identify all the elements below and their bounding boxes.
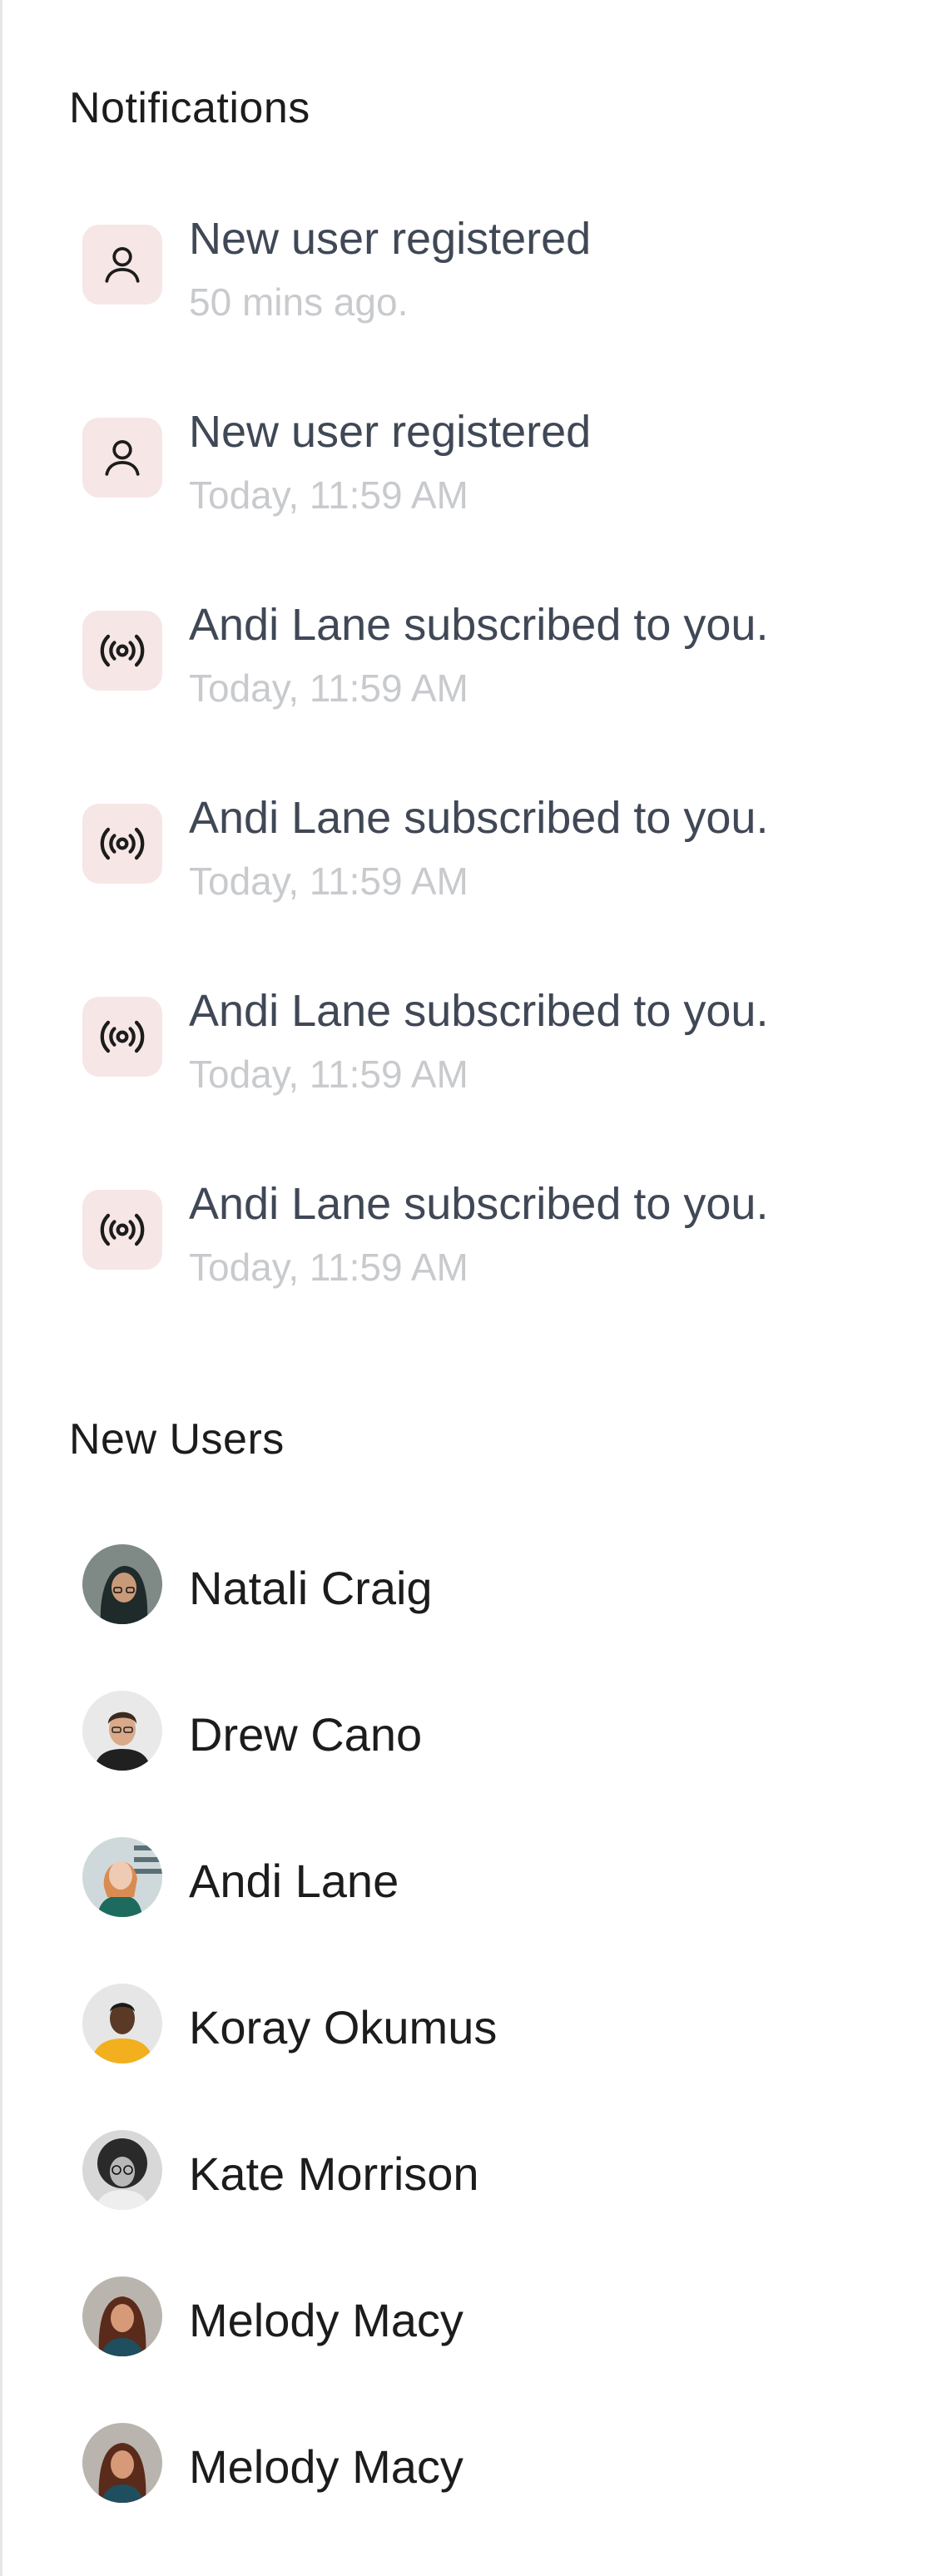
user-item[interactable]: Koray Okumus: [82, 1984, 915, 2067]
notification-title: Andi Lane subscribed to you.: [189, 600, 769, 650]
avatar: [82, 1984, 162, 2063]
right-sidebar: Notifications New user registered 50 min…: [0, 0, 932, 2576]
user-name: Drew Cano: [189, 1708, 423, 1761]
notifications-heading: Notifications: [69, 84, 310, 132]
user-name: Melody Macy: [189, 2294, 464, 2346]
notification-item[interactable]: Andi Lane subscribed to you. Today, 11:5…: [82, 980, 915, 1105]
new-users-heading: New Users: [69, 1415, 285, 1464]
notification-title: Andi Lane subscribed to you.: [189, 986, 769, 1036]
user-name: Kate Morrison: [189, 2147, 479, 2200]
user-name: Natali Craig: [189, 1562, 433, 1614]
broadcast-icon: [82, 997, 162, 1077]
notification-title: New user registered: [189, 407, 592, 457]
avatar: [82, 1544, 162, 1624]
user-name: Andi Lane: [189, 1855, 399, 1907]
notification-time: Today, 11:59 AM: [189, 473, 468, 517]
broadcast-icon: [82, 1190, 162, 1270]
notification-time: Today, 11:59 AM: [189, 859, 468, 903]
notification-item[interactable]: New user registered 50 mins ago.: [82, 208, 915, 333]
notification-title: Andi Lane subscribed to you.: [189, 1179, 769, 1229]
user-icon: [82, 418, 162, 498]
notification-item[interactable]: Andi Lane subscribed to you. Today, 11:5…: [82, 1173, 915, 1298]
notification-time: 50 mins ago.: [189, 280, 409, 324]
broadcast-icon: [82, 804, 162, 884]
notification-title: Andi Lane subscribed to you.: [189, 793, 769, 843]
user-item[interactable]: Natali Craig: [82, 1544, 915, 1627]
user-item[interactable]: Melody Macy: [82, 2276, 915, 2360]
user-item[interactable]: Kate Morrison: [82, 2130, 915, 2213]
user-item[interactable]: Drew Cano: [82, 1691, 915, 1774]
broadcast-icon: [82, 611, 162, 691]
notification-title: New user registered: [189, 214, 592, 264]
notification-time: Today, 11:59 AM: [189, 1246, 468, 1289]
user-name: Koray Okumus: [189, 2001, 498, 2053]
notification-item[interactable]: Andi Lane subscribed to you. Today, 11:5…: [82, 787, 915, 912]
avatar: [82, 2423, 162, 2503]
notification-item[interactable]: Andi Lane subscribed to you. Today, 11:5…: [82, 594, 915, 719]
user-item[interactable]: Melody Macy: [82, 2423, 915, 2506]
user-item[interactable]: Andi Lane: [82, 1837, 915, 1920]
notification-time: Today, 11:59 AM: [189, 666, 468, 710]
avatar: [82, 2276, 162, 2356]
user-name: Melody Macy: [189, 2440, 464, 2493]
notification-item[interactable]: New user registered Today, 11:59 AM: [82, 401, 915, 526]
user-icon: [82, 225, 162, 305]
avatar: [82, 1837, 162, 1917]
avatar: [82, 2130, 162, 2210]
avatar: [82, 1691, 162, 1771]
notification-time: Today, 11:59 AM: [189, 1053, 468, 1096]
